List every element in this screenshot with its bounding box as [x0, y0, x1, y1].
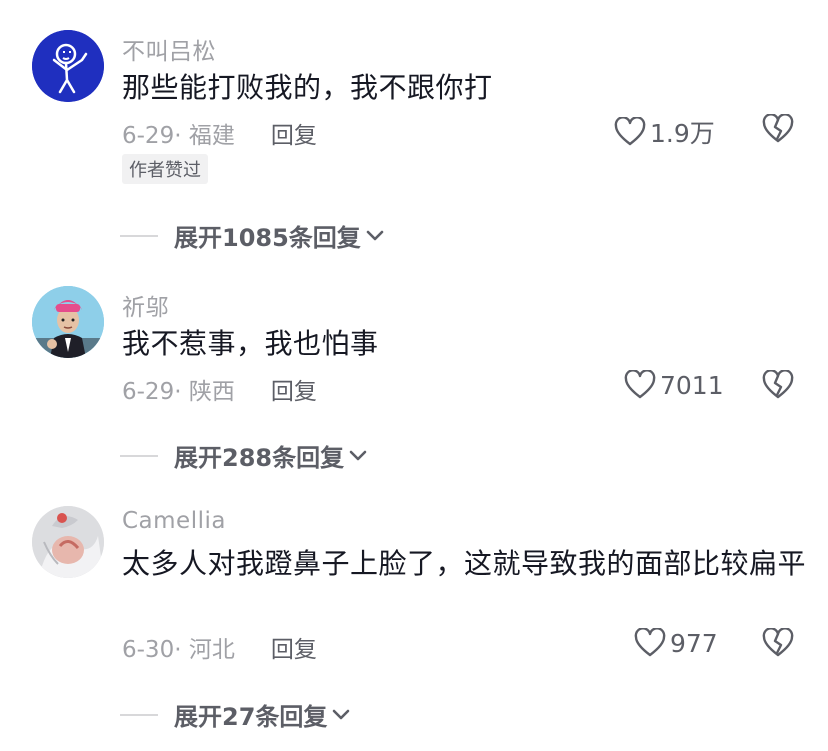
heart-outline-icon [614, 117, 646, 146]
broken-heart-icon [762, 369, 794, 399]
expand-replies-button[interactable]: 展开288条回复 [120, 438, 368, 473]
date-location: 6-30· 河北 [122, 637, 235, 663]
username[interactable]: 祈邬 [122, 288, 169, 322]
username[interactable]: Camellia [122, 508, 226, 534]
dislike-button[interactable] [762, 113, 794, 148]
comment-text: 我不惹事，我也怕事 [122, 327, 379, 360]
divider-line [120, 234, 158, 237]
chevron-down-icon [333, 709, 350, 719]
chevron-down-icon [366, 230, 384, 240]
author-liked-badge: 作者赞过 [122, 154, 208, 184]
avatar[interactable] [32, 30, 104, 102]
divider-line [120, 454, 158, 457]
avatar[interactable] [32, 286, 104, 358]
heart-outline-icon [634, 628, 666, 657]
like-count: 7011 [660, 370, 724, 400]
avatar-image [32, 506, 104, 578]
comment-text: 那些能打败我的，我不跟你打 [122, 71, 493, 104]
date-location: 6-29· 陕西 [122, 379, 235, 405]
like-count: 1.9万 [650, 119, 715, 148]
comment-meta: 6-29· 陕西 回复 [122, 372, 317, 406]
expand-replies-label: 展开27条回复 [174, 703, 328, 731]
reply-button[interactable]: 回复 [271, 637, 317, 663]
dislike-button[interactable] [762, 627, 794, 662]
broken-heart-icon [762, 113, 794, 143]
dislike-button[interactable] [762, 369, 794, 404]
comment-meta: 6-29· 福建 回复 [122, 116, 317, 150]
reply-button[interactable]: 回复 [271, 123, 317, 149]
broken-heart-icon [762, 627, 794, 657]
comment-text: 太多人对我蹬鼻子上脸了，这就导致我的面部比较扁平 [122, 547, 807, 580]
like-button[interactable]: 7011 [624, 370, 724, 400]
like-button[interactable]: 1.9万 [614, 114, 715, 150]
expand-replies-label: 展开1085条回复 [174, 224, 361, 252]
username[interactable]: 不叫吕松 [122, 32, 216, 66]
avatar[interactable] [32, 506, 104, 578]
chevron-down-icon [349, 450, 367, 460]
expand-replies-button[interactable]: 展开1085条回复 [120, 218, 385, 253]
divider-line [120, 713, 158, 716]
heart-outline-icon [624, 370, 656, 399]
reply-button[interactable]: 回复 [271, 379, 317, 405]
like-button[interactable]: 977 [634, 628, 718, 658]
date-location: 6-29· 福建 [122, 123, 235, 149]
avatar-image [32, 286, 104, 358]
expand-replies-label: 展开288条回复 [174, 444, 345, 472]
like-count: 977 [670, 628, 718, 658]
avatar-image [32, 30, 104, 102]
expand-replies-button[interactable]: 展开27条回复 [120, 697, 351, 732]
comment-meta: 6-30· 河北 回复 [122, 630, 317, 664]
